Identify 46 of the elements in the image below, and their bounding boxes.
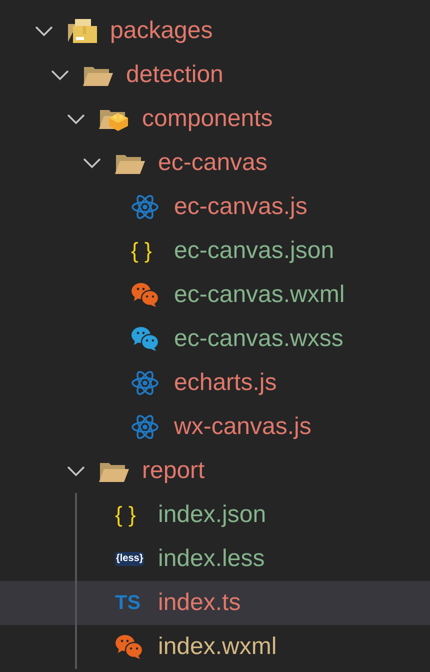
file-name: ec-canvas.wxml — [174, 280, 345, 310]
file-row[interactable]: {less} index.less — [0, 537, 430, 581]
file-name: index.wxml — [158, 632, 277, 662]
folder-row[interactable]: report — [0, 449, 430, 493]
folder-name: detection — [126, 60, 224, 90]
chevron-icon[interactable] — [83, 157, 101, 169]
folder-row[interactable]: packages — [0, 9, 430, 53]
chevron-icon[interactable] — [51, 69, 69, 81]
atom-icon — [131, 414, 159, 440]
chevron-icon[interactable] — [67, 465, 85, 477]
file-name: index.json — [158, 500, 266, 530]
folder-name: packages — [110, 16, 213, 46]
folder-row[interactable]: ec-canvas — [0, 141, 430, 185]
file-row[interactable]: index.wxml — [0, 625, 430, 669]
file-name: wx-canvas.js — [174, 412, 312, 442]
braces-icon: { } — [115, 504, 136, 526]
chat-bubbles-icon — [115, 634, 143, 660]
file-name: index.less — [158, 544, 265, 574]
file-row[interactable]: { } ec-canvas.json — [0, 229, 430, 273]
file-name: ec-canvas.js — [174, 192, 308, 222]
folder-row[interactable]: components — [0, 97, 430, 141]
ts-icon: TS — [115, 593, 141, 613]
folder-name: components — [142, 104, 273, 134]
folder-name: report — [142, 456, 205, 486]
atom-icon — [131, 370, 159, 396]
file-row[interactable]: ec-canvas.wxml — [0, 273, 430, 317]
less-icon: {less} — [115, 552, 144, 566]
file-row[interactable]: ec-canvas.wxss — [0, 317, 430, 361]
file-row[interactable]: wx-canvas.js — [0, 405, 430, 449]
atom-icon — [131, 194, 159, 220]
chat-bubbles-icon — [131, 326, 159, 352]
folder-row[interactable]: detection — [0, 53, 430, 97]
chat-bubbles-icon — [131, 282, 159, 308]
file-row[interactable]: TS index.ts — [0, 581, 430, 625]
chevron-icon[interactable] — [67, 113, 85, 125]
file-row[interactable]: { } index.json — [0, 493, 430, 537]
chevron-icon[interactable] — [35, 25, 53, 37]
file-name: ec-canvas.json — [174, 236, 334, 266]
package-folder-icon — [67, 18, 97, 44]
file-row[interactable]: echarts.js — [0, 361, 430, 405]
file-name: ec-canvas.wxss — [174, 324, 344, 354]
file-name: index.ts — [158, 588, 241, 618]
braces-icon: { } — [131, 240, 152, 262]
file-name: echarts.js — [174, 368, 277, 398]
folder-name: ec-canvas — [158, 148, 268, 178]
file-row[interactable]: ec-canvas.js — [0, 185, 430, 229]
